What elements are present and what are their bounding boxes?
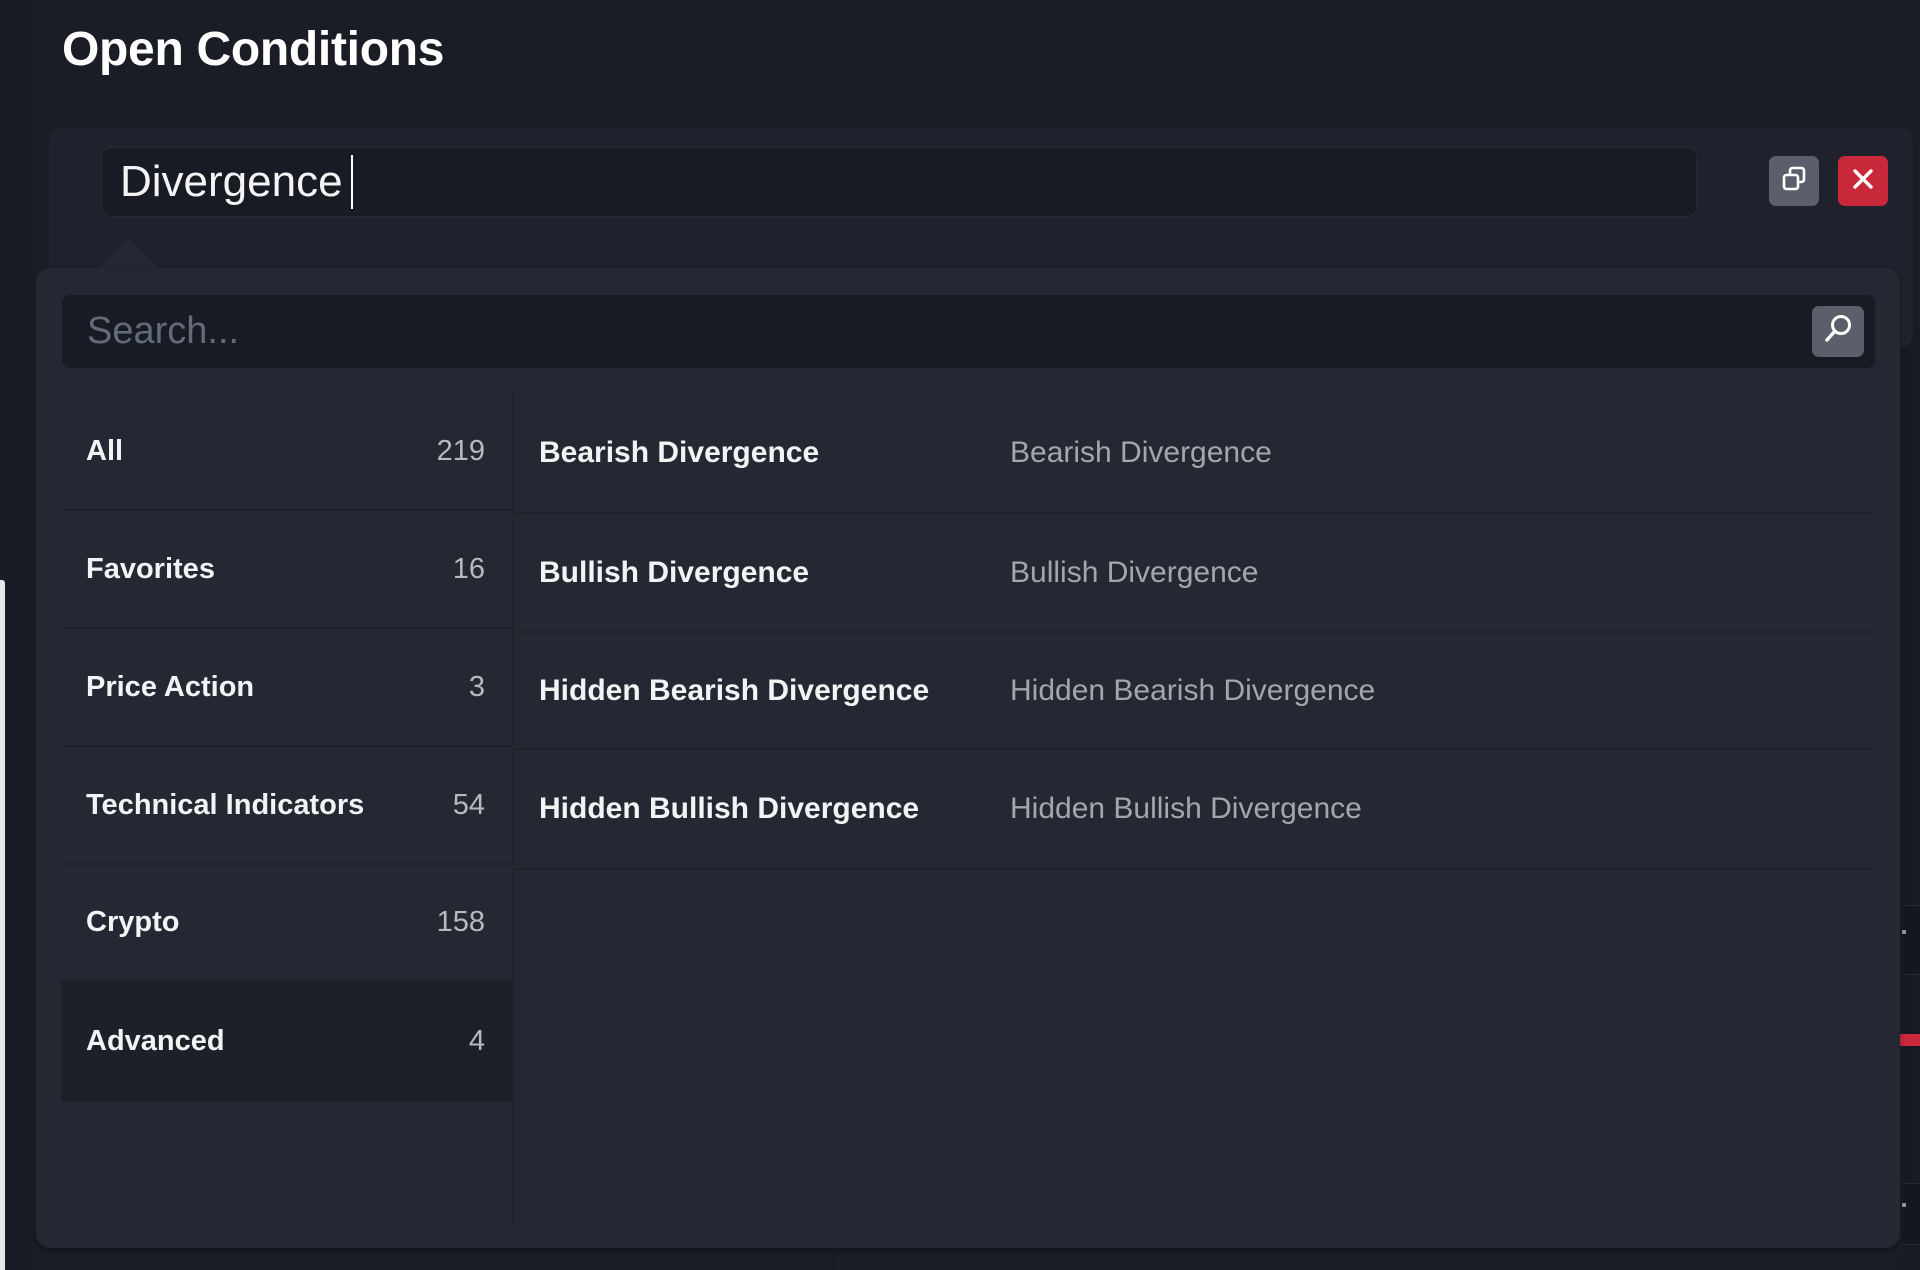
category-item-crypto[interactable]: Crypto 158 xyxy=(61,865,513,981)
category-label: Technical Indicators xyxy=(86,788,365,821)
result-name: Hidden Bearish Divergence xyxy=(539,673,930,707)
background-right-block xyxy=(1903,905,1920,975)
result-item[interactable]: Bullish Divergence Bullish Divergence xyxy=(514,514,1875,633)
category-label: Crypto xyxy=(86,905,180,938)
result-name: Bullish Divergence xyxy=(539,555,810,589)
background-dot xyxy=(1902,930,1906,934)
category-count: 219 xyxy=(436,434,485,467)
category-item-favorites[interactable]: Favorites 16 xyxy=(61,511,513,629)
category-count: 3 xyxy=(468,670,485,703)
result-item[interactable]: Bearish Divergence Bearish Divergence xyxy=(514,393,1875,514)
result-name: Bearish Divergence xyxy=(539,435,820,469)
result-description: Hidden Bullish Divergence xyxy=(1010,792,1362,825)
background-right-block xyxy=(1903,1183,1920,1245)
result-description: Hidden Bearish Divergence xyxy=(1010,673,1376,707)
category-label: Advanced xyxy=(86,1025,225,1057)
page-title: Open Conditions xyxy=(62,23,445,76)
category-count: 158 xyxy=(436,905,485,938)
background-dot xyxy=(1902,1203,1906,1207)
close-icon xyxy=(1850,166,1876,197)
category-count: 16 xyxy=(452,552,485,585)
category-label: Favorites xyxy=(86,552,215,585)
category-label: Price Action xyxy=(86,670,255,703)
background-divider xyxy=(833,1250,834,1270)
background-right-strip xyxy=(1903,330,1920,1270)
result-list: Bearish Divergence Bearish Divergence Bu… xyxy=(514,393,1875,870)
result-name: Hidden Bullish Divergence xyxy=(539,792,920,825)
category-list: All 219 Favorites 16 Price Action 3 Tech… xyxy=(61,393,513,1223)
category-count: 54 xyxy=(452,788,485,821)
category-label: All xyxy=(86,434,124,467)
duplicate-icon xyxy=(1779,164,1809,199)
background-red-bar xyxy=(1900,1034,1920,1046)
result-description: Bearish Divergence xyxy=(1010,435,1272,469)
text-caret xyxy=(351,155,353,209)
category-item-technical-indicators[interactable]: Technical Indicators 54 xyxy=(61,747,513,865)
dropdown-pointer xyxy=(98,238,160,269)
result-description: Bullish Divergence xyxy=(1010,555,1259,589)
condition-input[interactable] xyxy=(101,147,1697,217)
category-item-price-action[interactable]: Price Action 3 xyxy=(61,629,513,747)
result-item[interactable]: Hidden Bullish Divergence Hidden Bullish… xyxy=(514,750,1875,870)
background-panel-edge xyxy=(0,580,5,1270)
search-icon xyxy=(1821,312,1855,351)
search-button[interactable] xyxy=(1812,306,1864,357)
result-item[interactable]: Hidden Bearish Divergence Hidden Bearish… xyxy=(514,633,1875,750)
close-button[interactable] xyxy=(1838,156,1888,206)
search-input[interactable] xyxy=(87,295,1787,368)
duplicate-button[interactable] xyxy=(1769,156,1819,206)
category-count: 4 xyxy=(468,1025,485,1057)
category-item-advanced[interactable]: Advanced 4 xyxy=(61,981,513,1102)
category-item-all[interactable]: All 219 xyxy=(61,393,513,511)
